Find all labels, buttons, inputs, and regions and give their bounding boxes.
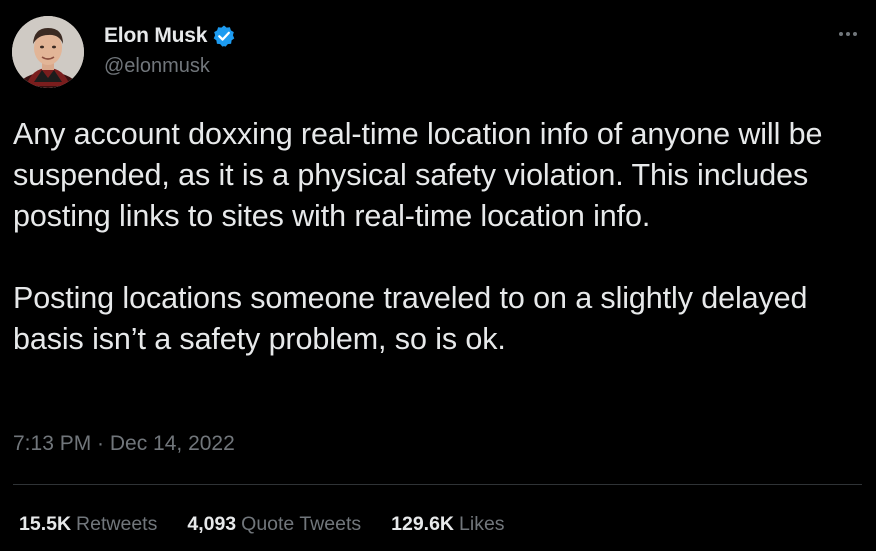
avatar[interactable] (12, 16, 84, 88)
avatar-image (12, 16, 84, 88)
likes-stat[interactable]: 129.6K Likes (391, 513, 504, 536)
tweet-paragraph: Any account doxxing real-time location i… (13, 117, 823, 233)
tweet-timestamp[interactable]: 7:13 PM · Dec 14, 2022 (13, 432, 235, 456)
likes-count: 129.6K (391, 513, 455, 535)
tweet-stats: 15.5K Retweets 4,093 Quote Tweets 129.6K Li… (19, 513, 535, 536)
retweets-label: Retweets (76, 513, 158, 535)
retweets-count: 15.5K (19, 513, 72, 535)
author-display-name[interactable]: Elon Musk (104, 24, 207, 48)
retweets-stat[interactable]: 15.5K Retweets (19, 513, 157, 536)
verified-badge-icon (212, 24, 236, 48)
divider (13, 484, 862, 485)
author-handle[interactable]: @elonmusk (104, 55, 210, 78)
tweet-paragraph: Posting locations someone traveled to on… (13, 281, 808, 356)
author-name-row[interactable]: Elon Musk (104, 22, 236, 50)
more-horizontal-icon[interactable] (834, 22, 862, 46)
tweet-text: Any account doxxing real-time location i… (13, 114, 858, 360)
tweet-detail: Elon Musk @elonmusk Any account doxxing … (0, 0, 876, 551)
quote-tweets-count: 4,093 (187, 513, 237, 535)
quote-tweets-stat[interactable]: 4,093 Quote Tweets (187, 513, 361, 536)
likes-label: Likes (459, 513, 505, 535)
quote-tweets-label: Quote Tweets (241, 513, 362, 535)
